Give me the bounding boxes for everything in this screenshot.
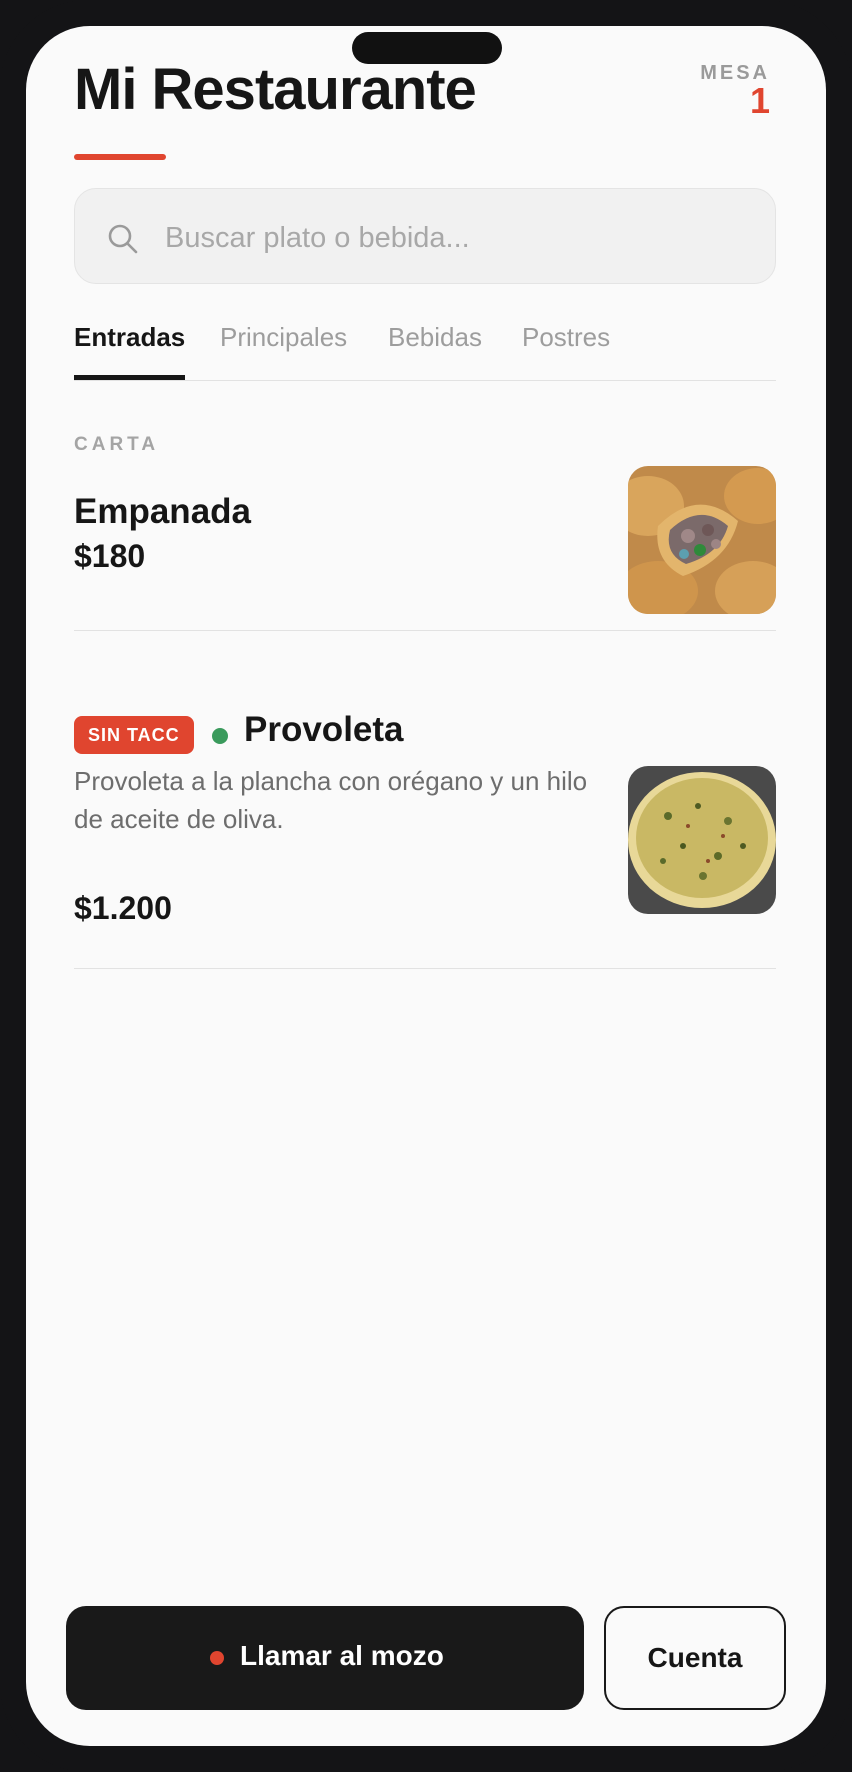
tab-bebidas[interactable]: Bebidas	[388, 316, 482, 380]
tab-principales[interactable]: Principales	[220, 316, 347, 380]
item-price: $180	[74, 538, 146, 574]
table-indicator: MESA 1	[700, 62, 770, 121]
call-waiter-button[interactable]: Llamar al mozo	[66, 1606, 584, 1710]
category-tabs: Entradas Principales Bebidas Postres	[74, 316, 776, 381]
search-input[interactable]	[163, 209, 747, 267]
title-underline	[74, 154, 166, 160]
provoleta-photo	[628, 766, 776, 914]
table-number: 1	[749, 80, 770, 121]
search-icon	[108, 224, 138, 254]
item-description: Provoleta a la plancha con orégano y un …	[74, 766, 588, 834]
bill-button[interactable]: Cuenta	[604, 1606, 786, 1710]
vegetarian-dot-icon	[212, 728, 228, 744]
tab-postres[interactable]: Postres	[522, 316, 610, 380]
item-price: $1.200	[74, 890, 172, 926]
section-label: CARTA	[74, 434, 160, 455]
empanada-photo	[628, 466, 776, 614]
app-screen: Mi Restaurante MESA 1 Entradas Principal…	[26, 26, 826, 1746]
item-name: Provoleta	[244, 710, 404, 749]
gluten-free-badge: SIN TACC	[74, 716, 194, 754]
menu-item-empanada[interactable]: Empanada $180	[74, 466, 776, 631]
menu-item-provoleta[interactable]: SIN TACC Provoleta Provoleta a la planch…	[74, 710, 776, 969]
phone-frame: Mi Restaurante MESA 1 Entradas Principal…	[0, 0, 852, 1772]
item-name: Empanada	[74, 492, 251, 531]
search-bar[interactable]	[74, 188, 776, 284]
alert-dot-icon	[210, 1651, 224, 1665]
bill-label: Cuenta	[647, 1642, 743, 1673]
restaurant-title: Mi Restaurante	[74, 57, 477, 122]
tab-entradas[interactable]: Entradas	[74, 316, 186, 380]
call-waiter-label: Llamar al mozo	[240, 1640, 444, 1671]
